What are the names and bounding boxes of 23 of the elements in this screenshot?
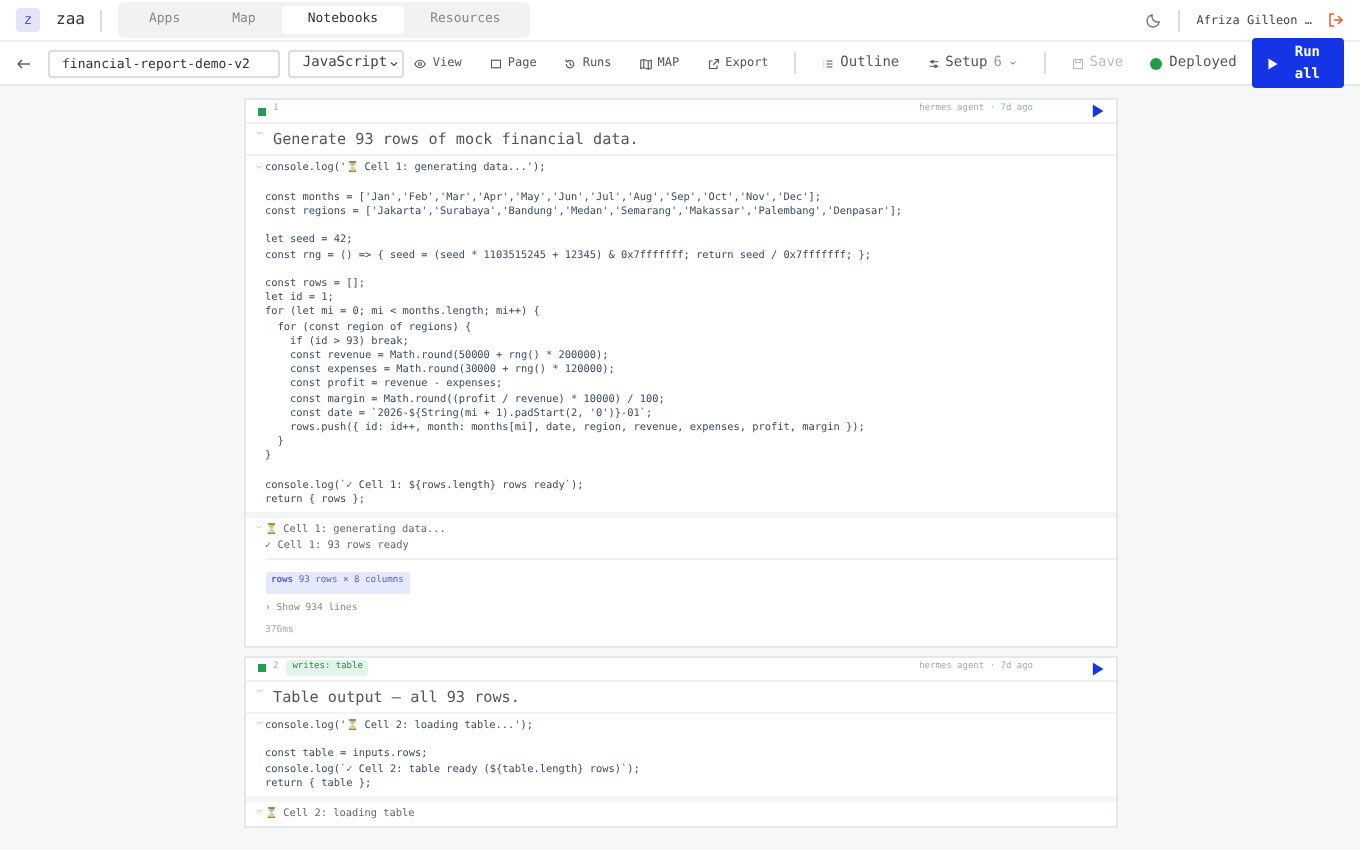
chevron-icon [253, 685, 263, 696]
caret-icon [387, 57, 400, 69]
sliders-icon [927, 57, 940, 69]
back-arrow-icon[interactable] [16, 55, 32, 71]
page-icon [489, 57, 502, 69]
app-name: zaa [56, 8, 85, 32]
run-cell-icon[interactable] [1089, 661, 1103, 676]
moon-icon [1146, 12, 1163, 28]
history-icon [564, 57, 577, 69]
chevron-icon [253, 718, 263, 729]
chevron-icon [253, 522, 263, 533]
chevron-icon [253, 806, 263, 817]
run-cell-icon[interactable] [1089, 104, 1103, 118]
play-icon [1266, 57, 1279, 69]
eye-icon [414, 57, 427, 69]
map-icon [639, 57, 652, 69]
chevron-icon [253, 161, 263, 172]
save-icon [1071, 57, 1084, 69]
export-icon [707, 57, 720, 69]
list-icon [822, 57, 835, 69]
chevron-icon [253, 128, 263, 139]
caret-icon [1007, 58, 1018, 68]
logout-icon[interactable] [1328, 12, 1344, 28]
